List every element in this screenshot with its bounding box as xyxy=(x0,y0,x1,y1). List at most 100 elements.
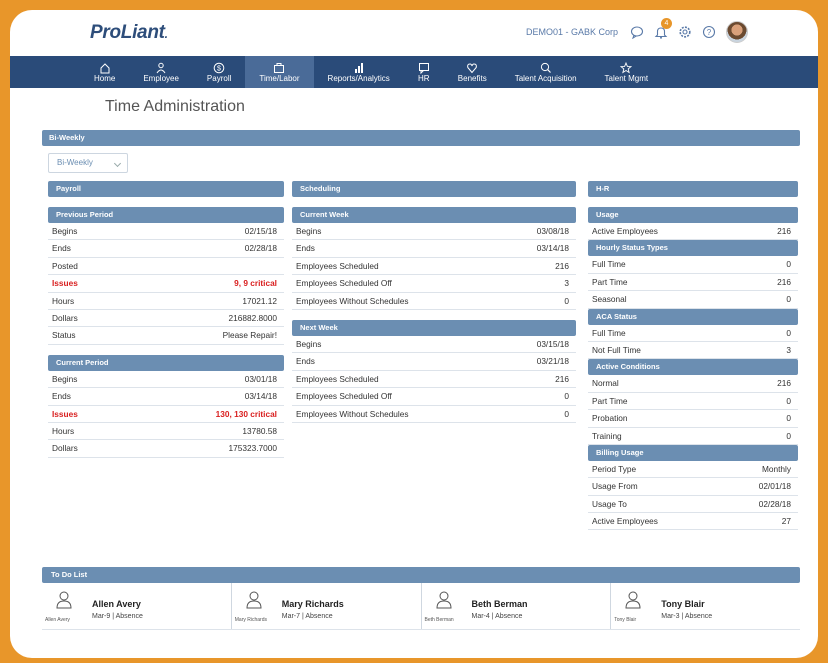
data-row: Begins 03/01/18 xyxy=(48,371,284,389)
row-label: Posted xyxy=(52,260,78,271)
row-label: Begins xyxy=(296,226,322,236)
nav-item-benefits[interactable]: Benefits xyxy=(444,56,501,88)
todo-person-name: Mary Richards xyxy=(281,599,344,609)
row-value: 216 xyxy=(555,260,569,271)
proliant-logo[interactable]: ProLiant. xyxy=(90,22,168,44)
row-label: Employees Without Schedules xyxy=(296,295,409,306)
data-row: Begins 02/15/18 xyxy=(48,223,284,241)
settings-icon[interactable] xyxy=(678,25,692,39)
data-row: Active Employees 27 xyxy=(588,513,798,531)
data-row: Issues 130, 130 critical xyxy=(48,406,284,423)
row-label: Employees Scheduled Off xyxy=(296,391,392,402)
row-value: 3 xyxy=(564,278,569,289)
nav-item-talent-acquisition[interactable]: Talent Acquisition xyxy=(501,56,591,88)
todo-date: Mar-7 xyxy=(281,613,301,620)
data-row: Usage From 02/01/18 xyxy=(588,478,798,496)
person-icon xyxy=(435,591,452,609)
row-value: 0 xyxy=(564,408,569,419)
todo-short-name: Beth Berman xyxy=(424,617,454,623)
previous-period-header: Previous Period xyxy=(48,207,284,223)
row-value: 0 xyxy=(786,413,791,424)
todo-date: Mar-9 xyxy=(92,613,111,620)
person-icon xyxy=(56,591,72,609)
usage-header: Usage xyxy=(588,207,798,223)
chat-icon[interactable] xyxy=(630,25,644,40)
row-label: Active Employees xyxy=(592,516,658,527)
data-row: Full Time 0 xyxy=(588,256,798,274)
row-label: Employees Without Schedules xyxy=(296,408,409,419)
todo-item[interactable]: Beth Berman Beth Berman Mar-4 | Absence xyxy=(422,583,612,629)
current-week-header: Current Week xyxy=(292,207,576,223)
row-label: Part Time xyxy=(592,395,628,406)
row-value: 216 xyxy=(777,378,791,389)
todo-type: Absence xyxy=(115,613,143,620)
todo-type: Absence xyxy=(495,613,523,620)
main-content: Bi-Weekly Bi-Weekly xyxy=(42,130,800,173)
row-label: Employees Scheduled xyxy=(296,260,379,271)
nav-item-reports-analytics[interactable]: Reports/Analytics xyxy=(314,56,404,88)
row-label: Begins xyxy=(52,373,78,384)
data-row: Status Please Repair! xyxy=(48,327,284,345)
row-label: Ends xyxy=(296,243,315,254)
home-icon xyxy=(99,62,111,73)
help-icon[interactable]: ? xyxy=(702,25,716,39)
row-label: Seasonal xyxy=(592,294,627,305)
period-dropdown[interactable]: Bi-Weekly xyxy=(48,153,128,173)
row-label: Part Time xyxy=(592,276,628,287)
payroll-header: Payroll xyxy=(48,181,284,197)
company-selector[interactable]: DEMO01 - GABK Corp xyxy=(526,27,618,37)
nav-item-employee[interactable]: Employee xyxy=(129,56,193,88)
todo-item[interactable]: Tony Blair Tony Blair Mar-3 | Absence xyxy=(611,583,800,629)
todo-item[interactable]: Allen Avery Allen Avery Mar-9 | Absence xyxy=(42,583,232,629)
row-value: 03/08/18 xyxy=(536,226,569,236)
active-conditions-header: Active Conditions xyxy=(588,359,798,376)
data-row: Normal 216 xyxy=(588,375,798,393)
user-avatar[interactable] xyxy=(726,21,748,43)
row-value: 02/15/18 xyxy=(244,226,277,236)
svg-text:?: ? xyxy=(707,28,712,37)
row-label: Usage To xyxy=(592,498,627,509)
row-label: Dollars xyxy=(52,312,78,323)
row-label: Usage From xyxy=(592,481,638,492)
todo-detail: Mar-3 | Absence xyxy=(661,613,712,620)
app-frame: ProLiant. DEMO01 - GABK Corp 4 ? Home Emp… xyxy=(10,10,818,658)
dollar-icon: $ xyxy=(213,62,225,73)
todo-detail: Mar-4 | Absence xyxy=(472,613,523,620)
nav-item-hr[interactable]: HR xyxy=(404,56,444,88)
todo-date: Mar-4 xyxy=(471,613,490,620)
person-icon xyxy=(246,591,262,609)
nav-label: Benefits xyxy=(457,73,487,83)
nav-item-time-labor[interactable]: Time/Labor xyxy=(245,56,314,88)
data-row: Begins 03/08/18 xyxy=(292,223,576,241)
row-value: 0 xyxy=(786,430,791,441)
nav-item-home[interactable]: Home xyxy=(80,56,129,88)
todo-list-header: To Do List xyxy=(42,567,800,583)
row-label: Not Full Time xyxy=(592,344,641,355)
todo-detail: Mar-7 | Absence xyxy=(282,613,333,620)
todo-person-name: Beth Berman xyxy=(471,599,528,609)
nav-item-talent-mgmt[interactable]: Talent Mgmt xyxy=(591,56,663,88)
row-value: 216 xyxy=(777,276,791,287)
nav-label: Talent Acquisition xyxy=(514,73,577,83)
nav-item-payroll[interactable]: $ Payroll xyxy=(193,56,245,88)
data-row: Part Time 216 xyxy=(588,274,798,292)
top-bar: ProLiant. DEMO01 - GABK Corp 4 ? xyxy=(10,10,818,56)
todo-person-name: Tony Blair xyxy=(661,599,705,609)
bell-icon[interactable]: 4 xyxy=(654,18,672,39)
period-dropdown-value: Bi-Weekly xyxy=(57,158,93,167)
person-icon xyxy=(155,62,167,73)
data-row: Ends 03/21/18 xyxy=(292,353,576,371)
row-label: Probation xyxy=(592,413,628,424)
row-value: 216882.8000 xyxy=(228,312,277,323)
row-label: Status xyxy=(52,330,76,341)
data-row: Posted xyxy=(48,258,284,276)
row-label: Ends xyxy=(296,356,315,367)
row-value: 03/14/18 xyxy=(244,391,277,402)
row-value: 13780.58 xyxy=(242,425,277,436)
chevron-down-icon xyxy=(113,159,122,168)
todo-item[interactable]: Mary Richards Mary Richards Mar-7 | Absenc… xyxy=(232,583,422,629)
data-row: Ends 03/14/18 xyxy=(292,240,576,258)
page-title: Time Administration xyxy=(105,98,245,115)
row-label: Ends xyxy=(52,243,71,254)
main-nav: Home Employee $ Payroll Time/Labor Reports/An… xyxy=(10,56,818,88)
